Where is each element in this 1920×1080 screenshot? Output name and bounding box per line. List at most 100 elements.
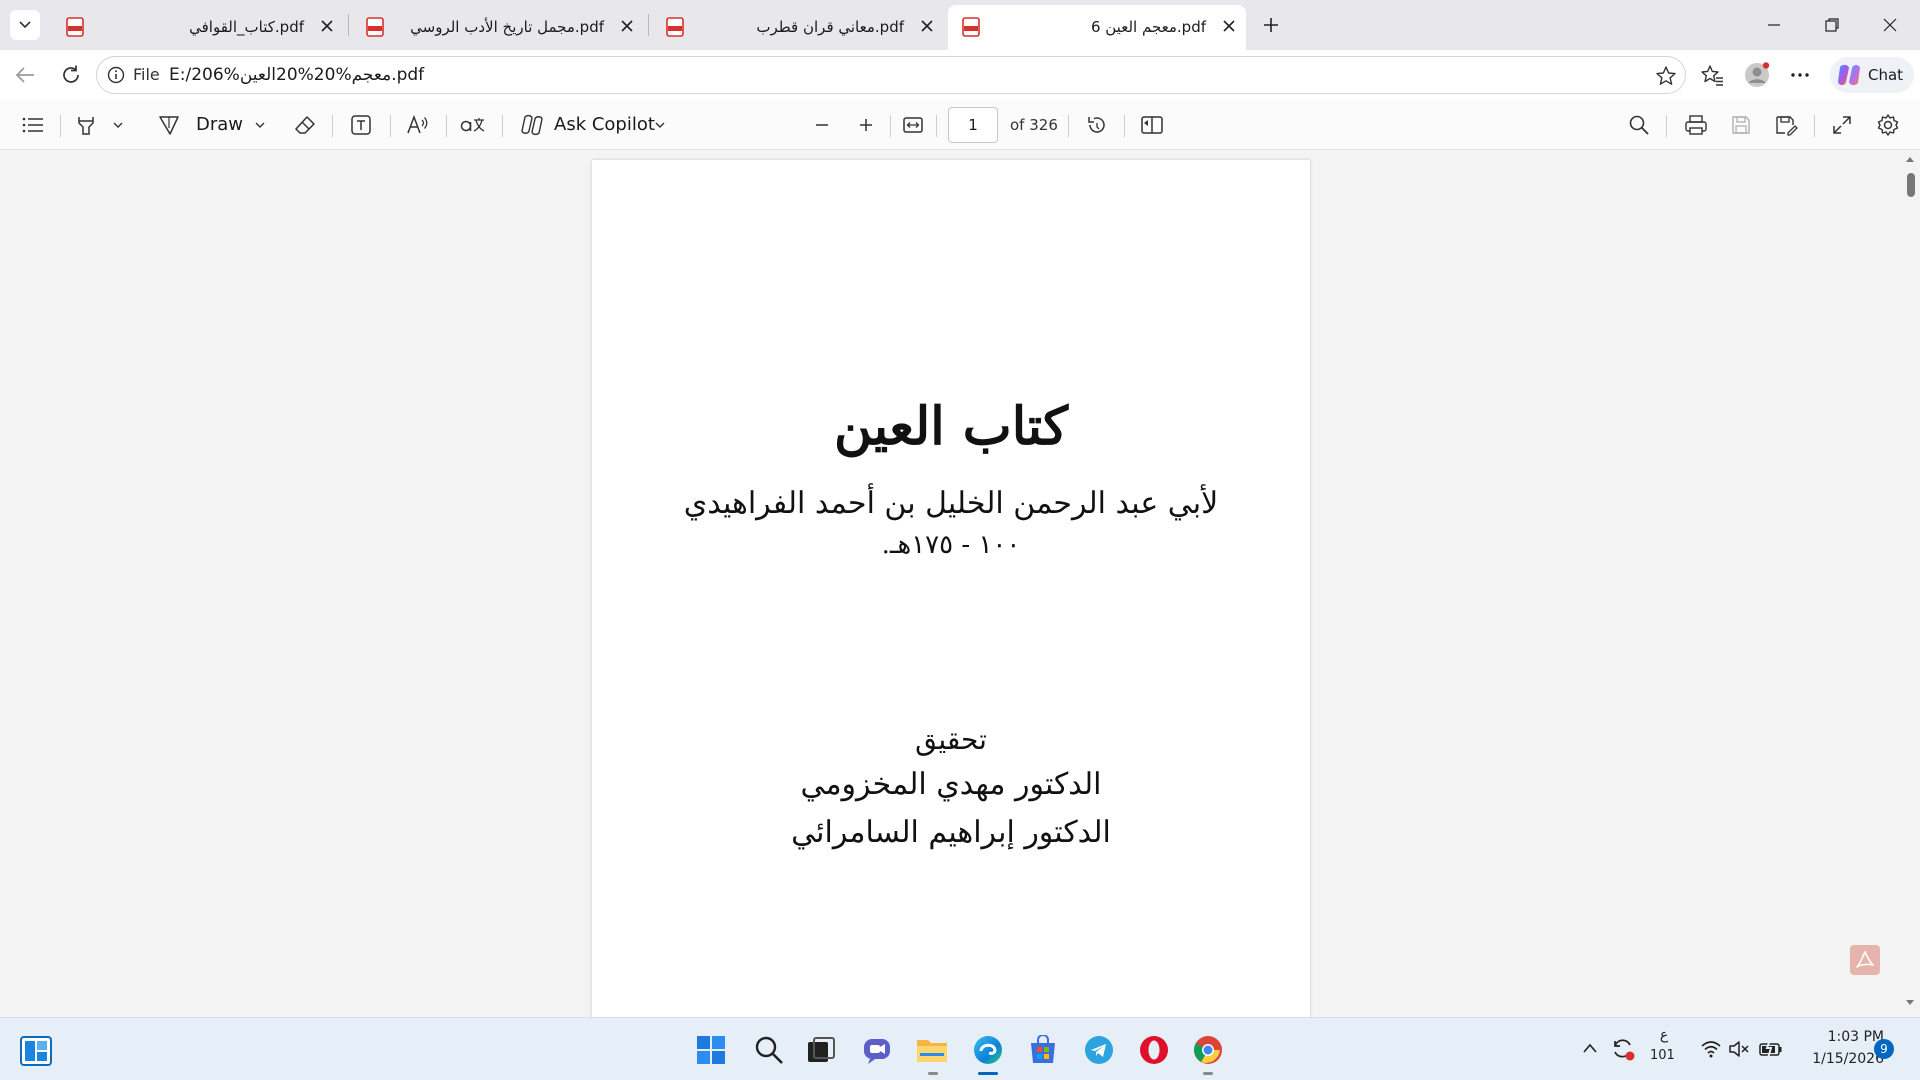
close-icon[interactable] [620,19,634,33]
highlight-icon[interactable] [76,114,96,136]
page-total: of 326 [1010,116,1058,134]
close-icon[interactable] [1222,19,1236,33]
text-box-icon[interactable] [350,114,372,136]
translate-icon[interactable] [460,114,486,136]
chevron-down-icon[interactable] [254,120,266,130]
pdf-icon [962,17,980,37]
ime-indicator-top[interactable]: ع [1656,1027,1672,1043]
chrome-icon[interactable] [1192,1034,1224,1066]
ask-copilot-button[interactable]: Ask Copilot [554,114,655,135]
store-icon[interactable] [1028,1035,1058,1065]
reload-icon[interactable] [60,64,82,86]
tab-quran-qutrub[interactable]: معاني قران قطرب.pdf [652,5,944,50]
zoom-out-icon[interactable] [814,117,830,133]
wifi-icon[interactable] [1700,1040,1722,1058]
tab-muajam-al-ain[interactable]: معجم العين 6.pdf [948,5,1246,50]
acrobat-button[interactable] [1850,945,1880,975]
profile-icon [1745,62,1770,87]
windows-start-icon[interactable] [696,1035,726,1065]
draw-button[interactable]: Draw [196,114,243,135]
toolbar-divider [60,115,61,137]
chevron-down-icon[interactable] [654,120,666,130]
plus-icon[interactable] [1262,16,1280,34]
copilot-icon[interactable] [520,114,544,136]
close-icon[interactable] [320,19,334,33]
editor-2: الدكتور إبراهيم السامرائي [791,815,1111,850]
window-close-icon[interactable] [1882,17,1898,33]
arrow-left-icon[interactable] [14,65,36,85]
scheme-label: File [133,65,160,84]
chat-app-icon[interactable] [862,1035,892,1065]
chevron-down-icon[interactable] [112,120,124,130]
tab-qawafi[interactable]: كتاب_القوافي.pdf [52,5,344,50]
copilot-icon [1838,64,1860,86]
author-dates: ١٠٠ - ١٧٥هـ. [881,530,1021,560]
clock-date[interactable]: 1/15/2026 [1794,1051,1884,1067]
task-view-icon[interactable] [806,1036,836,1064]
file-explorer-icon[interactable] [916,1035,948,1065]
ime-indicator-bottom[interactable]: 101 [1650,1048,1675,1063]
notification-badge[interactable]: 9 [1874,1039,1894,1059]
restore-icon[interactable] [1824,17,1840,33]
page-view-icon[interactable] [1140,115,1164,135]
toolbar-divider [1666,115,1667,137]
save-as-icon[interactable] [1774,114,1798,136]
tab-list-button[interactable] [10,10,40,40]
scroll-down-icon[interactable] [1905,999,1915,1007]
pdf-page: كتاب العين لأبي عبد الرحمن الخليل بن أحم… [592,160,1310,1020]
scrollbar-thumb[interactable] [1907,173,1915,197]
edge-icon[interactable] [972,1034,1004,1066]
expand-icon[interactable] [1832,115,1852,135]
info-icon[interactable] [107,66,125,84]
profile-button[interactable] [1744,62,1770,88]
draw-icon[interactable] [158,114,180,136]
settings-icon[interactable] [1876,113,1900,137]
toolbar-divider [936,115,937,137]
contents-list-icon[interactable] [22,117,44,133]
telegram-icon[interactable] [1084,1035,1114,1065]
address-bar-row: File E:/206%معجم%20%20العين.pdf Chat [0,50,1920,100]
save-icon [1732,116,1750,134]
search-icon[interactable] [1628,114,1650,136]
url-text: E:/206%معجم%20%20العين.pdf [169,65,425,85]
chat-label: Chat [1868,66,1904,84]
fit-width-icon[interactable] [902,115,924,135]
editor-1: الدكتور مهدي المخزومي [800,767,1102,802]
opera-icon[interactable] [1138,1034,1170,1066]
rotate-icon[interactable] [1086,114,1108,136]
toolbar-divider [390,115,391,137]
eraser-icon[interactable] [294,114,316,136]
page-number-input[interactable]: 1 [948,107,998,143]
volume-muted-icon[interactable] [1728,1040,1750,1058]
clock-time[interactable]: 1:03 PM [1804,1029,1884,1045]
chevron-down-icon [19,21,31,29]
taskbar: ع 101 1:03 PM 1/15/2026 9 [0,1017,1920,1080]
chat-button[interactable]: Chat [1830,57,1914,93]
toolbar-divider [1814,115,1815,137]
toolbar-divider [890,115,891,137]
favorites-icon[interactable] [1700,63,1724,87]
pdf-viewport[interactable]: كتاب العين لأبي عبد الرحمن الخليل بن أحم… [0,151,1920,1020]
print-icon[interactable] [1684,114,1708,136]
tab-russian-literature[interactable]: مجمل تاريخ الأدب الروسي.pdf [352,5,644,50]
taskbar-search-icon[interactable] [754,1035,784,1065]
sync-icon[interactable] [1610,1036,1636,1062]
close-icon[interactable] [920,19,934,33]
tab-title: مجمل تاريخ الأدب الروسي.pdf [410,18,604,36]
more-icon[interactable] [1790,72,1810,78]
zoom-in-icon[interactable] [858,117,874,133]
tab-divider [348,14,349,36]
scroll-up-icon[interactable] [1905,155,1915,163]
toolbar-divider [1124,115,1125,137]
address-bar[interactable]: File E:/206%معجم%20%20العين.pdf [96,56,1686,94]
chevron-up-icon[interactable] [1582,1042,1598,1054]
read-aloud-icon[interactable] [406,114,430,136]
widgets-icon[interactable] [20,1036,52,1066]
star-icon[interactable] [1655,65,1677,87]
toolbar-divider [446,115,447,137]
minimize-icon[interactable] [1766,17,1782,33]
vertical-scrollbar[interactable] [1900,151,1920,1017]
toolbar-divider [502,115,503,137]
battery-icon[interactable] [1758,1039,1784,1059]
active-indicator [978,1072,998,1075]
